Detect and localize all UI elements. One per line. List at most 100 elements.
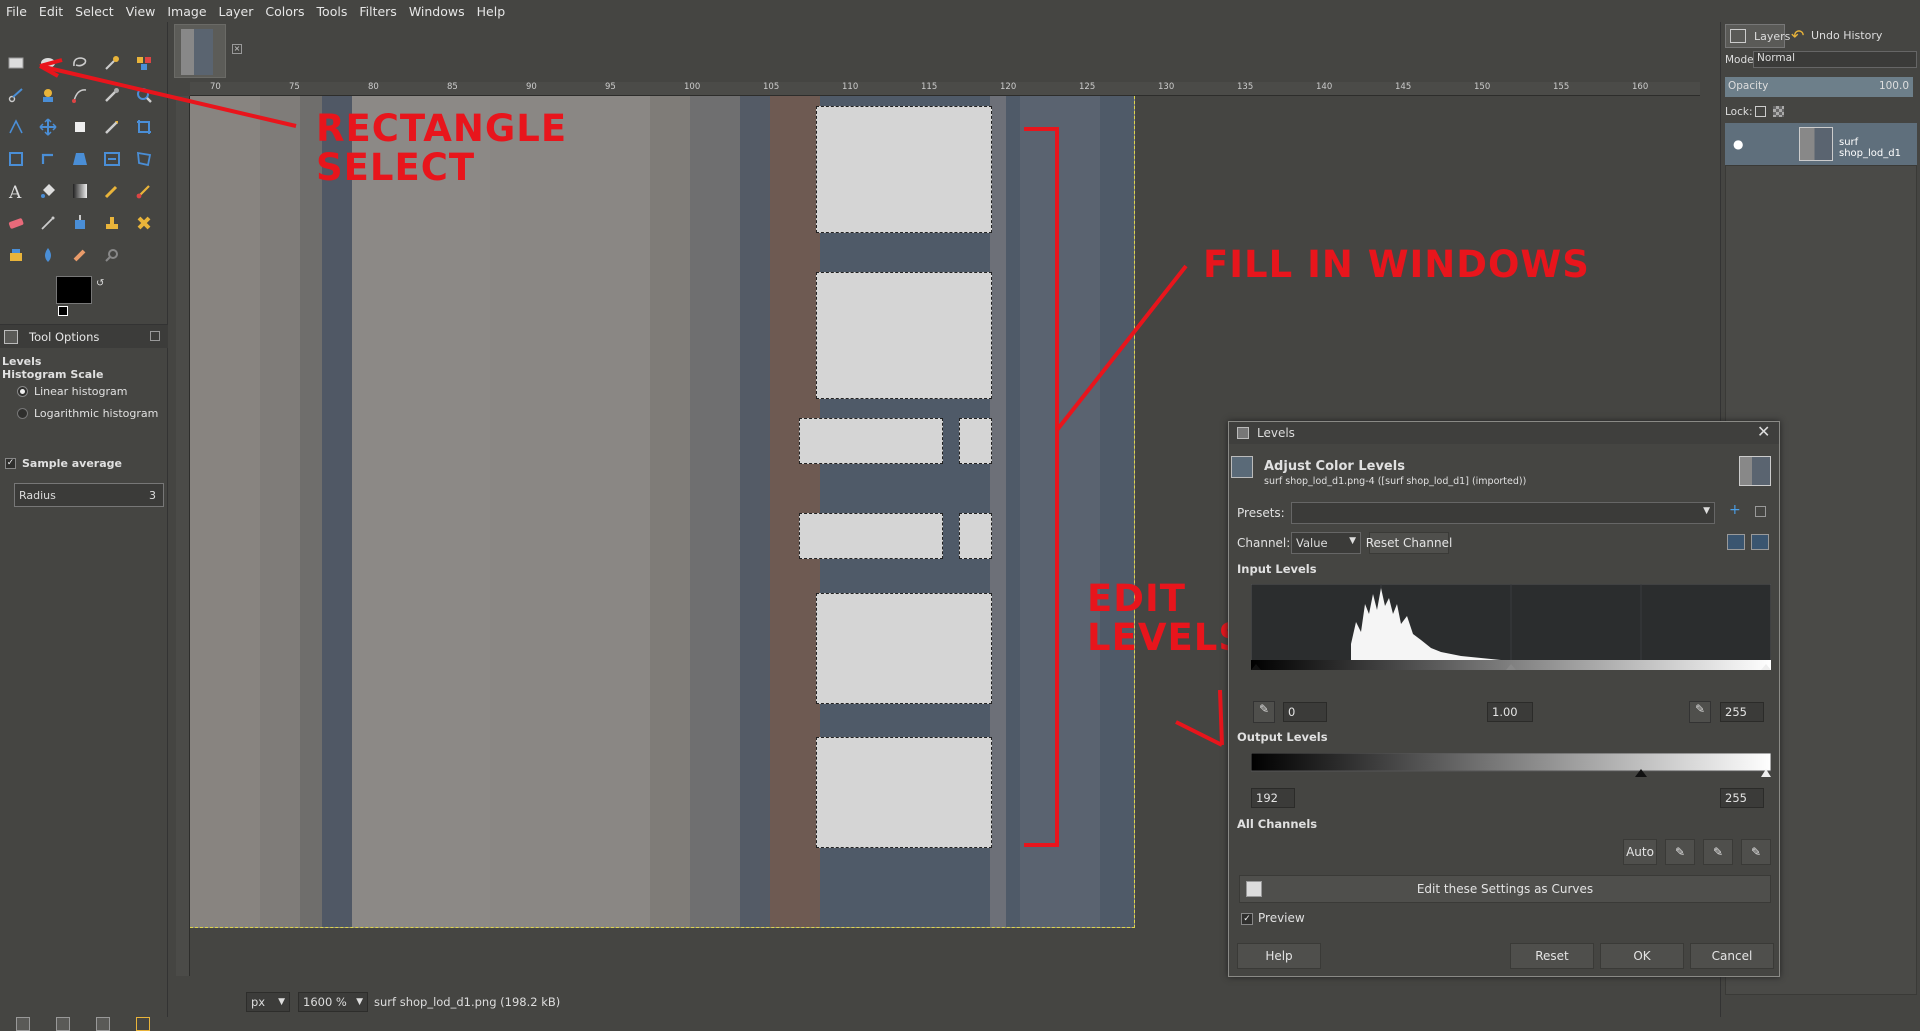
output-gradient-bar[interactable] xyxy=(1251,753,1771,777)
flip-icon[interactable] xyxy=(99,146,125,172)
gradient-icon[interactable] xyxy=(67,178,93,204)
pick-black-point-icon[interactable]: ✎ xyxy=(1253,701,1275,723)
measure-icon[interactable] xyxy=(3,114,29,140)
input-low-spin[interactable]: 0 xyxy=(1283,702,1327,722)
tab-undo-history[interactable]: ↶ Undo History xyxy=(1789,24,1885,48)
dodge-burn-icon[interactable] xyxy=(99,242,125,268)
image-canvas[interactable] xyxy=(190,96,1135,928)
fuzzy-select-icon[interactable] xyxy=(99,50,125,76)
blur-icon[interactable] xyxy=(35,242,61,268)
unified-transform-icon[interactable] xyxy=(3,146,29,172)
channel-select[interactable]: Value ▼ xyxy=(1291,532,1361,554)
pick-gray-icon[interactable]: ✎ xyxy=(1703,839,1733,865)
swap-colors-icon[interactable]: ↺ xyxy=(96,278,108,290)
ellipse-select-icon[interactable] xyxy=(35,50,61,76)
menubar: File Edit Select View Image Layer Colors… xyxy=(0,0,1920,22)
delete-options-icon[interactable] xyxy=(96,1017,110,1031)
menu-select[interactable]: Select xyxy=(69,4,120,19)
airbrush-icon[interactable] xyxy=(35,210,61,236)
close-icon[interactable]: ✕ xyxy=(1757,422,1770,441)
color-picker-icon[interactable] xyxy=(99,82,125,108)
eraser-icon[interactable] xyxy=(3,210,29,236)
reset-channel-button[interactable]: Reset Channel xyxy=(1366,532,1452,554)
menu-image[interactable]: Image xyxy=(161,4,212,19)
linear-histogram-radio[interactable] xyxy=(17,386,28,397)
lasso-icon[interactable] xyxy=(67,50,93,76)
menu-file[interactable]: File xyxy=(0,4,33,19)
add-preset-icon[interactable]: + xyxy=(1729,502,1741,518)
save-options-icon[interactable] xyxy=(16,1017,30,1031)
cage-transform-icon[interactable] xyxy=(131,146,157,172)
ok-button[interactable]: OK xyxy=(1600,943,1684,969)
sample-average-checkbox[interactable]: ✓ xyxy=(5,458,16,469)
image-thumbnail-tab[interactable] xyxy=(174,24,226,78)
paths-icon[interactable] xyxy=(67,82,93,108)
ink-icon[interactable] xyxy=(67,210,93,236)
menu-view[interactable]: View xyxy=(120,4,162,19)
cancel-button[interactable]: Cancel xyxy=(1690,943,1774,969)
transform-icon[interactable] xyxy=(99,114,125,140)
lock-pixels-icon[interactable] xyxy=(1755,106,1766,117)
foreground-color-swatch[interactable] xyxy=(56,276,92,304)
log-histogram-radio[interactable] xyxy=(17,408,28,419)
heal-icon[interactable] xyxy=(131,210,157,236)
pick-white-point-icon[interactable]: ✎ xyxy=(1689,701,1711,723)
move-icon[interactable] xyxy=(35,114,61,140)
menu-layer[interactable]: Layer xyxy=(213,4,260,19)
output-high-value: 255 xyxy=(1725,791,1747,805)
rect-select-icon[interactable] xyxy=(3,50,29,76)
text-icon[interactable]: A xyxy=(3,178,29,204)
presets-menu-icon[interactable] xyxy=(1755,506,1766,517)
presets-combo[interactable]: ▼ xyxy=(1291,502,1715,524)
pick-white-icon[interactable]: ✎ xyxy=(1741,839,1771,865)
radius-field[interactable]: Radius 3 xyxy=(14,483,164,507)
output-high-spin[interactable]: 255 xyxy=(1720,788,1764,808)
lock-alpha-icon[interactable] xyxy=(1773,106,1784,117)
reset-options-icon[interactable] xyxy=(136,1017,150,1031)
close-tab-icon[interactable]: × xyxy=(232,44,242,54)
preview-checkbox[interactable]: ✓ xyxy=(1241,913,1253,925)
edit-as-curves-button[interactable]: Edit these Settings as Curves xyxy=(1239,875,1771,903)
help-button[interactable]: Help xyxy=(1237,943,1321,969)
opacity-slider[interactable]: Opacity 100.0 xyxy=(1725,77,1913,97)
reset-button[interactable]: Reset xyxy=(1510,943,1594,969)
rotate-icon[interactable] xyxy=(35,146,61,172)
log-histogram-icon[interactable] xyxy=(1751,534,1769,550)
crop-icon[interactable] xyxy=(131,114,157,140)
pencil-icon[interactable] xyxy=(99,178,125,204)
dock-menu-icon[interactable] xyxy=(150,331,160,341)
menu-tools[interactable]: Tools xyxy=(311,4,354,19)
mode-select[interactable]: Normal xyxy=(1753,51,1917,68)
tab-layers[interactable]: Layers xyxy=(1725,24,1790,48)
zoom-select[interactable]: 1600 % ▼ xyxy=(298,991,368,1012)
restore-options-icon[interactable] xyxy=(56,1017,70,1031)
linear-histogram-icon[interactable] xyxy=(1727,534,1745,550)
default-colors-icon[interactable] xyxy=(58,306,68,316)
auto-button[interactable]: Auto xyxy=(1623,839,1657,865)
zoom-icon[interactable] xyxy=(131,82,157,108)
foreground-select-icon[interactable] xyxy=(35,82,61,108)
bucket-fill-icon[interactable] xyxy=(35,178,61,204)
pick-black-icon[interactable]: ✎ xyxy=(1665,839,1695,865)
smudge-icon[interactable] xyxy=(67,242,93,268)
input-gamma-spin[interactable]: 1.00 xyxy=(1487,702,1533,722)
menu-filters[interactable]: Filters xyxy=(353,4,402,19)
presets-label: Presets: xyxy=(1237,506,1285,520)
select-by-color-icon[interactable] xyxy=(131,50,157,76)
tool-options-tab[interactable]: Tool Options xyxy=(29,330,99,344)
scissors-icon[interactable] xyxy=(3,82,29,108)
paintbrush-icon[interactable] xyxy=(131,178,157,204)
eye-icon[interactable]: ● xyxy=(1733,137,1743,151)
clone-icon[interactable] xyxy=(99,210,125,236)
perspective-clone-icon[interactable] xyxy=(3,242,29,268)
align-icon[interactable] xyxy=(67,114,93,140)
input-high-spin[interactable]: 255 xyxy=(1720,702,1764,722)
output-low-spin[interactable]: 192 xyxy=(1251,788,1295,808)
layer-row[interactable]: ● surf shop_lod_d1 xyxy=(1725,123,1917,165)
perspective-icon[interactable] xyxy=(67,146,93,172)
menu-windows[interactable]: Windows xyxy=(403,4,471,19)
unit-select[interactable]: px ▼ xyxy=(246,991,290,1012)
menu-help[interactable]: Help xyxy=(471,4,512,19)
menu-colors[interactable]: Colors xyxy=(259,4,310,19)
menu-edit[interactable]: Edit xyxy=(33,4,69,19)
